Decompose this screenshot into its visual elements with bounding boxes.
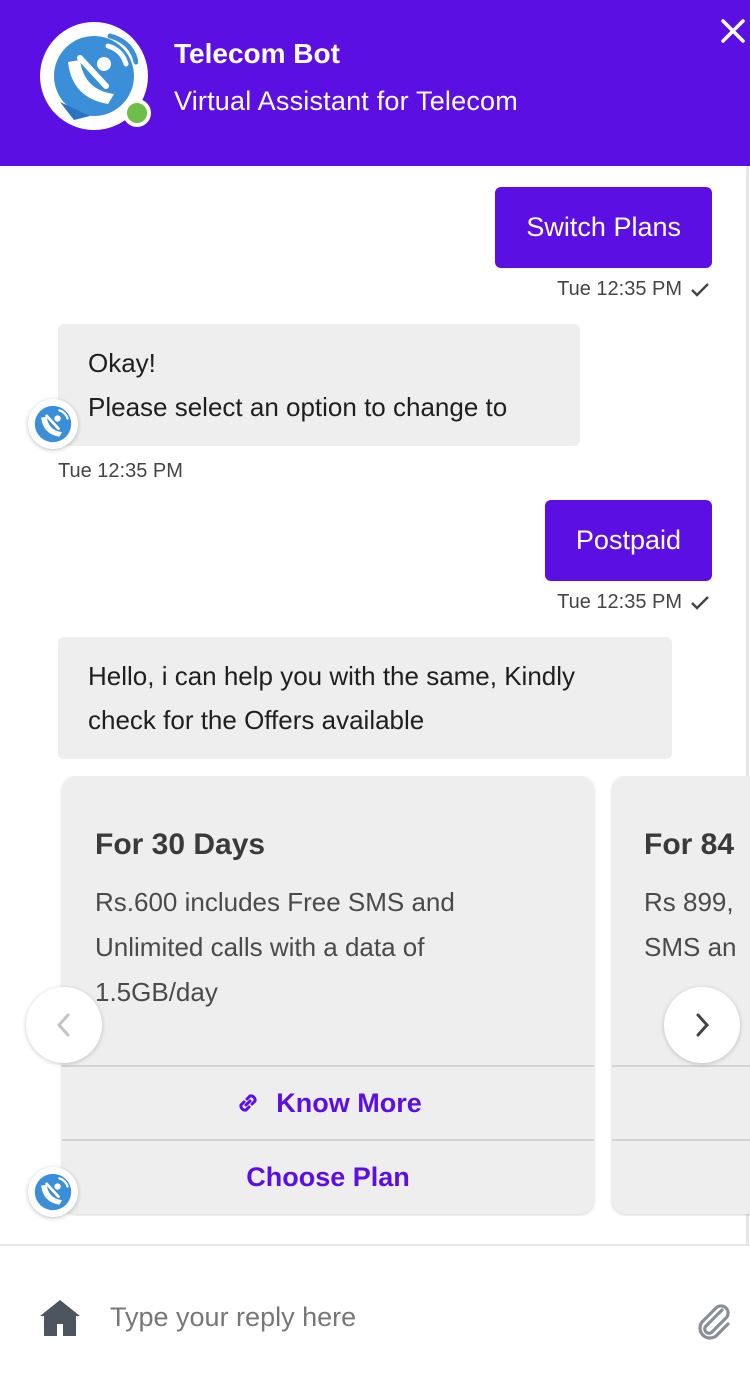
satellite-dish-icon xyxy=(34,405,72,443)
bot-message-bubble: Hello, i can help you with the same, Kin… xyxy=(58,637,672,759)
know-more-label: Know More xyxy=(276,1087,422,1118)
carousel-prev-button[interactable] xyxy=(26,987,102,1063)
satellite-dish-icon xyxy=(34,1173,72,1211)
plan-description: Rs.600 includes Free SMS and Unlimited c… xyxy=(95,887,455,1007)
online-status-dot xyxy=(123,99,151,127)
bot-message-line: Hello, i can help you with the same, Kin… xyxy=(88,661,576,691)
message-timestamp: Tue 12:35 PM xyxy=(557,278,710,301)
plan-title: For 30 Days xyxy=(95,828,266,861)
timestamp-text: Tue 12:35 PM xyxy=(557,278,682,300)
carousel-next-button[interactable] xyxy=(664,987,740,1063)
home-icon xyxy=(40,1300,80,1336)
message-timestamp: Tue 12:35 PM xyxy=(557,591,710,614)
bot-message-line: Okay! xyxy=(88,348,156,378)
bot-small-avatar xyxy=(28,399,78,449)
user-message-bubble: Switch Plans xyxy=(495,187,712,268)
plan-title: For 84 xyxy=(644,828,735,861)
chevron-left-icon xyxy=(56,1013,70,1037)
bot-message-bubble: Okay! Please select an option to change … xyxy=(58,324,580,446)
user-message-bubble: Postpaid xyxy=(544,500,712,581)
link-icon xyxy=(239,1094,257,1112)
reply-input[interactable] xyxy=(110,1290,670,1344)
check-icon xyxy=(691,282,709,297)
close-button[interactable] xyxy=(716,14,750,48)
paperclip-icon xyxy=(698,1304,730,1340)
home-button[interactable] xyxy=(38,1296,82,1340)
attach-button[interactable] xyxy=(692,1298,734,1340)
bot-small-avatar xyxy=(28,1167,78,1217)
plan-card: For 30 Days Rs.600 includes Free SMS and… xyxy=(62,776,594,1214)
bot-name: Telecom Bot xyxy=(174,38,340,69)
card-divider xyxy=(612,1139,750,1141)
check-icon xyxy=(691,595,709,610)
bot-message-line: check for the Offers available xyxy=(88,705,425,735)
close-icon xyxy=(721,19,745,43)
bot-message-line: Please select an option to change to xyxy=(88,392,508,422)
plan-description-text: Rs 899, SMS an xyxy=(644,887,737,962)
bot-subtitle: Virtual Assistant for Telecom xyxy=(174,86,518,116)
card-divider xyxy=(612,1065,750,1067)
plan-description: Rs 899, SMS an xyxy=(644,880,750,970)
chat-header: Telecom Bot Virtual Assistant for Teleco… xyxy=(0,0,750,166)
choose-plan-button[interactable]: Choose Plan xyxy=(62,1141,594,1213)
choose-plan-label: Choose Plan xyxy=(246,1161,410,1192)
message-timestamp: Tue 12:35 PM xyxy=(58,460,183,482)
chevron-right-icon xyxy=(696,1013,710,1037)
message-composer xyxy=(0,1244,750,1386)
timestamp-text: Tue 12:35 PM xyxy=(557,591,682,613)
plan-carousel: For 30 Days Rs.600 includes Free SMS and… xyxy=(0,776,750,1216)
know-more-button[interactable]: Know More xyxy=(62,1067,594,1139)
